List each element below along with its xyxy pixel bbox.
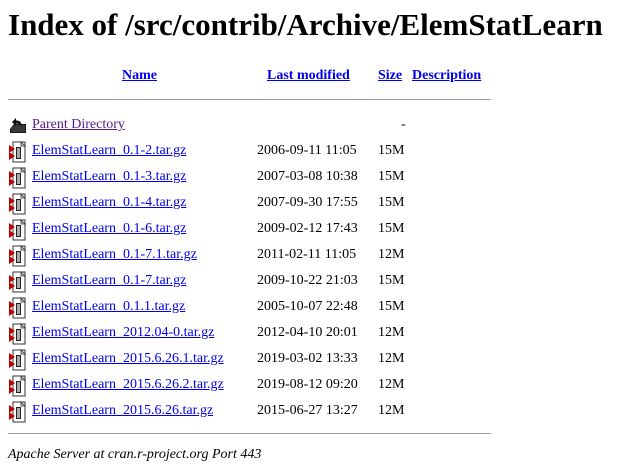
file-link[interactable]: ElemStatLearn_0.1.1.tar.gz [32, 294, 185, 320]
table-row: ElemStatLearn_0.1-7.1.tar.gz 2011-02-11 1… [0, 242, 630, 268]
file-last-modified: 2019-03-02 13:33 [257, 351, 358, 366]
compressed-file-icon[interactable] [8, 141, 28, 163]
file-last-modified: 2011-02-11 11:05 [257, 247, 357, 262]
compressed-file-icon[interactable] [8, 401, 28, 423]
file-size: 12M [378, 351, 405, 366]
sort-by-name-link[interactable]: Name [122, 68, 157, 83]
table-row: ElemStatLearn_0.1-4.tar.gz 2007-09-30 17:… [0, 190, 630, 216]
header-divider [8, 99, 491, 100]
sort-by-last-modified-link[interactable]: Last modified [267, 68, 350, 83]
file-last-modified: 2009-02-12 17:43 [257, 221, 358, 236]
file-size: 12M [378, 247, 405, 262]
file-last-modified: 2012-04-10 20:01 [257, 325, 358, 340]
table-row: ElemStatLearn_2015.6.26.2.tar.gz 2019-08-… [0, 372, 630, 398]
file-link[interactable]: ElemStatLearn_0.1-3.tar.gz [32, 164, 186, 190]
description-column-header[interactable]: Description [412, 66, 481, 86]
page-title: Index of /src/contrib/Archive/ElemStatLe… [8, 7, 603, 42]
file-size: 15M [378, 143, 405, 158]
table-row: ElemStatLearn_2015.6.26.1.tar.gz 2019-03-… [0, 346, 630, 372]
sort-by-size-link[interactable]: Size [378, 68, 402, 83]
back-folder-icon[interactable] [8, 115, 28, 137]
file-size: 15M [378, 299, 405, 314]
compressed-file-icon[interactable] [8, 219, 28, 241]
parent-directory-link[interactable]: Parent Directory [32, 112, 125, 138]
compressed-file-icon[interactable] [8, 375, 28, 397]
file-size: 12M [378, 403, 405, 418]
compressed-file-icon[interactable] [8, 349, 28, 371]
footer-divider [8, 433, 491, 434]
file-link[interactable]: ElemStatLearn_0.1-6.tar.gz [32, 216, 186, 242]
compressed-file-icon[interactable] [8, 271, 28, 293]
sort-by-description-link[interactable]: Description [412, 68, 481, 83]
file-link[interactable]: ElemStatLearn_0.1-7.1.tar.gz [32, 242, 197, 268]
file-last-modified: 2005-10-07 22:48 [257, 299, 358, 314]
file-link[interactable]: ElemStatLearn_2015.6.26.2.tar.gz [32, 372, 224, 398]
file-link[interactable]: ElemStatLearn_0.1-2.tar.gz [32, 138, 186, 164]
file-link[interactable]: ElemStatLearn_0.1-4.tar.gz [32, 190, 186, 216]
file-size: 15M [378, 221, 405, 236]
table-row: ElemStatLearn_2012.04-0.tar.gz 2012-04-10… [0, 320, 630, 346]
compressed-file-icon[interactable] [8, 167, 28, 189]
table-row: ElemStatLearn_0.1-7.tar.gz 2009-10-22 21:… [0, 268, 630, 294]
file-link[interactable]: ElemStatLearn_2015.6.26.1.tar.gz [32, 346, 224, 372]
table-row: ElemStatLearn_0.1-2.tar.gz 2006-09-11 11:… [0, 138, 630, 164]
file-last-modified: 2015-06-27 13:27 [257, 403, 358, 418]
file-last-modified: 2006-09-11 11:05 [257, 143, 357, 158]
file-size: 12M [378, 377, 405, 392]
file-size: 15M [378, 169, 405, 184]
name-column-header[interactable]: Name [122, 66, 157, 86]
file-size: 15M [378, 195, 405, 210]
parent-size: - [401, 117, 406, 132]
size-column-header[interactable]: Size [378, 66, 402, 86]
compressed-file-icon[interactable] [8, 297, 28, 319]
file-link[interactable]: ElemStatLearn_2015.6.26.tar.gz [32, 398, 213, 424]
table-row: ElemStatLearn_2015.6.26.tar.gz 2015-06-27… [0, 398, 630, 424]
server-signature: Apache Server at cran.r-project.org Port… [8, 447, 262, 462]
compressed-file-icon[interactable] [8, 245, 28, 267]
table-row: ElemStatLearn_0.1-6.tar.gz 2009-02-12 17:… [0, 216, 630, 242]
file-last-modified: 2019-08-12 09:20 [257, 377, 358, 392]
compressed-file-icon[interactable] [8, 193, 28, 215]
parent-directory-row: Parent Directory - [0, 112, 630, 138]
file-last-modified: 2009-10-22 21:03 [257, 273, 358, 288]
compressed-file-icon[interactable] [8, 323, 28, 345]
file-last-modified: 2007-09-30 17:55 [257, 195, 358, 210]
table-row: ElemStatLearn_0.1-3.tar.gz 2007-03-08 10:… [0, 164, 630, 190]
file-last-modified: 2007-03-08 10:38 [257, 169, 358, 184]
file-size: 15M [378, 273, 405, 288]
table-row: ElemStatLearn_0.1.1.tar.gz 2005-10-07 22:… [0, 294, 630, 320]
file-size: 12M [378, 325, 405, 340]
last-modified-column-header[interactable]: Last modified [267, 66, 350, 86]
file-link[interactable]: ElemStatLearn_2012.04-0.tar.gz [32, 320, 214, 346]
file-link[interactable]: ElemStatLearn_0.1-7.tar.gz [32, 268, 186, 294]
